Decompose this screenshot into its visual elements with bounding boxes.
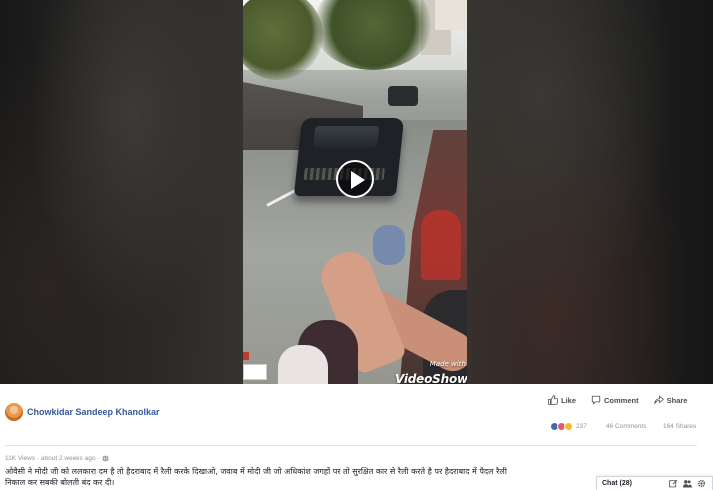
video-player[interactable]: Made with VideoShow [0, 0, 713, 384]
comment-label: Comment [604, 395, 639, 405]
play-icon [351, 171, 365, 189]
play-button[interactable] [336, 160, 374, 198]
videoshow-watermark: Made with VideoShow [395, 360, 467, 384]
chat-icons [664, 479, 706, 488]
comment-icon [591, 395, 601, 405]
avatar[interactable] [5, 403, 23, 421]
scene-car [388, 86, 418, 106]
share-button[interactable]: Share [653, 395, 688, 405]
like-button[interactable]: Like [548, 395, 576, 405]
people-icon[interactable] [683, 479, 692, 488]
views-and-time: 11K Views · about 2 weeks ago · [5, 455, 100, 462]
chat-label: Chat (28) [602, 480, 632, 487]
scene-person [278, 345, 328, 384]
share-icon [653, 395, 664, 404]
globe-icon[interactable] [102, 455, 109, 462]
comment-button[interactable]: Comment [591, 395, 639, 405]
author-name[interactable]: Chowkidar Sandeep Khanolkar [27, 407, 160, 417]
like-icon [548, 395, 558, 405]
reactions-count: 237 [576, 423, 587, 430]
video-blur-right [467, 0, 713, 384]
share-label: Share [666, 395, 688, 405]
post-caption: ओवैसी ने मोदी जी को ललकारा दम है तो हैदर… [5, 467, 507, 487]
chat-tab[interactable]: Chat (28) [596, 476, 713, 490]
divider [5, 445, 697, 446]
compose-icon[interactable] [669, 479, 678, 488]
scene-person [373, 225, 405, 265]
post-meta: 11K Views · about 2 weeks ago · [5, 455, 109, 462]
haha-reaction-icon [564, 422, 573, 431]
video-blur-left [0, 0, 243, 384]
like-label: Like [561, 395, 577, 405]
post-stats: 237 46 Comments 164 Shares [550, 422, 700, 434]
post-actions: Like Comment Share [548, 395, 687, 405]
author-row: Chowkidar Sandeep Khanolkar [5, 403, 160, 421]
gear-icon[interactable] [697, 479, 706, 488]
video-thumbnail-box [243, 364, 267, 380]
scene-building [435, 0, 467, 30]
scene-person [421, 210, 461, 280]
watermark-small: Made with [429, 360, 466, 368]
car-windshield [312, 126, 380, 148]
post-info: Chowkidar Sandeep Khanolkar Like Comment… [0, 384, 713, 490]
watermark-big: VideoShow [395, 372, 467, 384]
reactions-summary[interactable]: 237 [550, 422, 587, 431]
comments-count[interactable]: 46 Comments [606, 423, 646, 430]
shares-count[interactable]: 164 Shares [663, 423, 696, 430]
channel-logo [243, 352, 249, 360]
